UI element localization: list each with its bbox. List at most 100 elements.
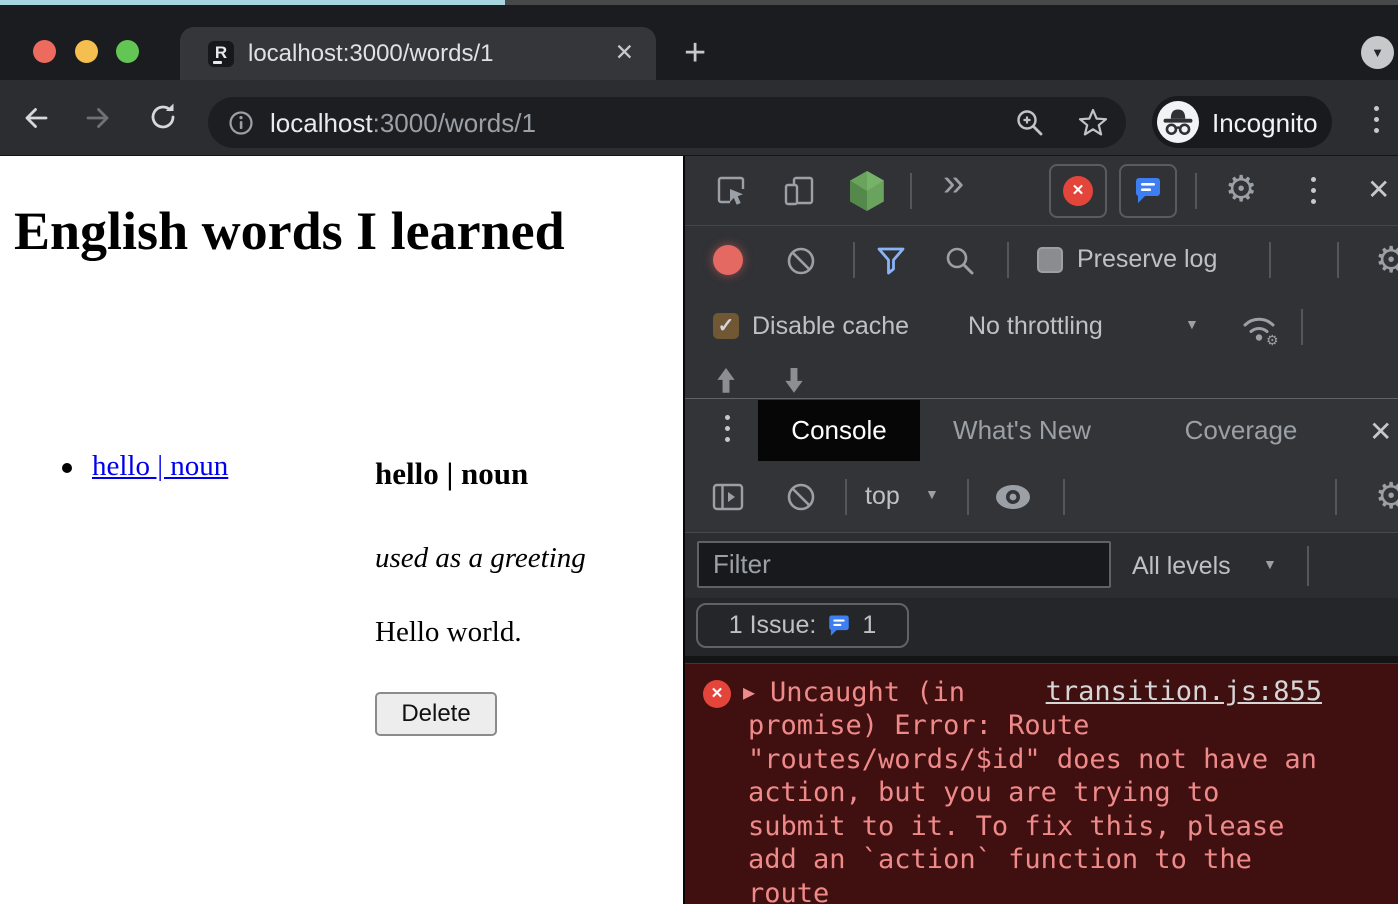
tab-console[interactable]: Console [758, 400, 920, 461]
more-panels-icon[interactable]: » [943, 162, 964, 205]
network-conditions-icon[interactable]: ⚙ [1237, 309, 1281, 352]
error-count-icon: ✕ [1063, 176, 1093, 206]
zoom-indicator-icon[interactable] [1014, 107, 1046, 144]
incognito-label: Incognito [1212, 108, 1318, 139]
log-levels-dropdown-icon[interactable]: ▼ [1263, 556, 1277, 572]
log-levels-select[interactable]: All levels [1132, 552, 1231, 581]
issue-label: 1 Issue: [729, 611, 817, 640]
network-toolbar: Preserve log ⚙ [685, 226, 1398, 294]
network-toolbar-row2: ✓ Disable cache No throttling ▼ ⚙ [685, 294, 1398, 360]
expand-triangle-icon[interactable]: ▶ [743, 680, 755, 704]
search-icon[interactable] [943, 244, 977, 283]
page-title: English words I learned [14, 196, 624, 266]
bookmark-star-icon[interactable] [1076, 106, 1110, 145]
delete-button[interactable]: Delete [375, 692, 497, 736]
toolbar-divider [1195, 173, 1197, 209]
issue-count: 1 [862, 611, 876, 640]
settings-gear-icon[interactable]: ⚙ [1225, 169, 1257, 209]
tab-close-icon[interactable]: ✕ [615, 39, 634, 66]
new-tab-button[interactable]: + [684, 31, 706, 75]
word-example: Hello world. [375, 616, 522, 649]
url-path: :3000/words/1 [373, 108, 536, 138]
error-text-first-line: Uncaught (in [770, 676, 965, 710]
tab-whats-new[interactable]: What's New [931, 400, 1113, 461]
list-bullet [62, 463, 72, 473]
devtools-panel: » ✕ ⚙ ✕ [683, 156, 1398, 904]
toolbar-divider [1301, 309, 1303, 345]
word-link[interactable]: hello | noun [92, 450, 228, 483]
issue-counter-button[interactable]: 1 Issue: 1 [696, 603, 909, 648]
console-sidebar-icon[interactable] [711, 480, 745, 519]
context-selector[interactable]: top [865, 482, 900, 511]
macos-minimize-button[interactable] [75, 40, 98, 63]
issues-button[interactable] [1119, 164, 1177, 218]
word-definition: used as a greeting [375, 542, 586, 575]
drawer-close-icon[interactable]: ✕ [1369, 415, 1392, 448]
browser-window: R localhost:3000/words/1 ✕ + ▼ localhost… [0, 0, 1398, 904]
network-settings-gear-icon[interactable]: ⚙ [1375, 240, 1398, 280]
url-text: localhost:3000/words/1 [270, 108, 536, 139]
toolbar-divider [1307, 546, 1309, 586]
preserve-log-label[interactable]: Preserve log [1077, 245, 1217, 274]
drawer-menu-icon[interactable] [725, 415, 730, 442]
macos-close-button[interactable] [33, 40, 56, 63]
issue-chat-icon [826, 613, 852, 639]
live-expression-eye-icon[interactable] [993, 483, 1033, 516]
back-icon[interactable] [18, 102, 52, 139]
export-har-icon[interactable] [783, 368, 805, 401]
forward-icon[interactable] [82, 102, 116, 139]
browser-toolbar: localhost:3000/words/1 Incognito [0, 80, 1398, 156]
device-toolbar-icon[interactable] [782, 174, 816, 213]
toolbar-divider [1063, 479, 1065, 515]
toolbar-divider [910, 173, 912, 209]
toolbar-divider [1335, 479, 1337, 515]
tab-title: localhost:3000/words/1 [248, 40, 493, 68]
error-source-link[interactable]: transition.js:855 [1046, 676, 1322, 707]
toolbar-divider [967, 479, 969, 515]
toolbar-divider [1007, 242, 1009, 278]
devtools-menu-icon[interactable] [1311, 177, 1316, 204]
node-icon[interactable] [848, 170, 886, 217]
site-info-icon[interactable] [228, 110, 254, 141]
word-list-item: hello | noun [62, 450, 228, 483]
console-settings-gear-icon[interactable]: ⚙ [1375, 476, 1398, 516]
browser-menu-icon[interactable] [1374, 106, 1379, 133]
clear-console-icon[interactable] [785, 481, 817, 518]
console-filter-input[interactable] [697, 541, 1111, 588]
tab-strip: R localhost:3000/words/1 ✕ + ▼ [0, 5, 1398, 80]
toolbar-divider [1337, 242, 1339, 278]
console-toolbar: top ▼ ⚙ [685, 461, 1398, 533]
toolbar-divider [853, 242, 855, 278]
tab-coverage[interactable]: Coverage [1161, 400, 1321, 461]
throttling-select[interactable]: No throttling [968, 312, 1103, 341]
filter-funnel-icon[interactable] [873, 243, 909, 284]
console-errors-button[interactable]: ✕ [1049, 164, 1107, 218]
browser-tab[interactable]: R localhost:3000/words/1 ✕ [180, 27, 656, 80]
reload-icon[interactable] [146, 100, 180, 139]
disable-cache-checkbox[interactable]: ✓ [713, 313, 739, 339]
toolbar-divider [845, 479, 847, 515]
console-messages-area: 1 Issue: 1 [685, 598, 1398, 656]
incognito-icon [1157, 101, 1199, 143]
throttling-dropdown-icon[interactable]: ▼ [1185, 316, 1199, 332]
console-error-message: ✕ ▶ Uncaught (in promise) Error: Route "… [685, 663, 1398, 904]
network-har-row [685, 360, 1398, 399]
preserve-log-checkbox[interactable] [1037, 247, 1063, 273]
address-bar[interactable]: localhost:3000/words/1 [208, 97, 1126, 148]
devtools-main-toolbar: » ✕ ⚙ ✕ [685, 156, 1398, 226]
clear-network-icon[interactable] [785, 245, 817, 282]
devtools-close-icon[interactable]: ✕ [1367, 173, 1390, 206]
inspect-element-icon[interactable] [715, 174, 749, 213]
macos-zoom-button[interactable] [116, 40, 139, 63]
error-icon: ✕ [703, 680, 731, 708]
toolbar-divider [1269, 242, 1271, 278]
issues-chat-icon [1132, 175, 1164, 207]
word-detail-heading: hello | noun [375, 456, 528, 492]
disable-cache-label[interactable]: Disable cache [752, 312, 909, 341]
error-text: promise) Error: Route "routes/words/$id"… [748, 709, 1358, 904]
context-dropdown-icon[interactable]: ▼ [925, 486, 939, 502]
console-separator [685, 656, 1398, 663]
record-network-log-icon[interactable] [713, 245, 743, 275]
import-har-icon[interactable] [715, 368, 737, 401]
tab-search-button[interactable]: ▼ [1361, 36, 1394, 69]
